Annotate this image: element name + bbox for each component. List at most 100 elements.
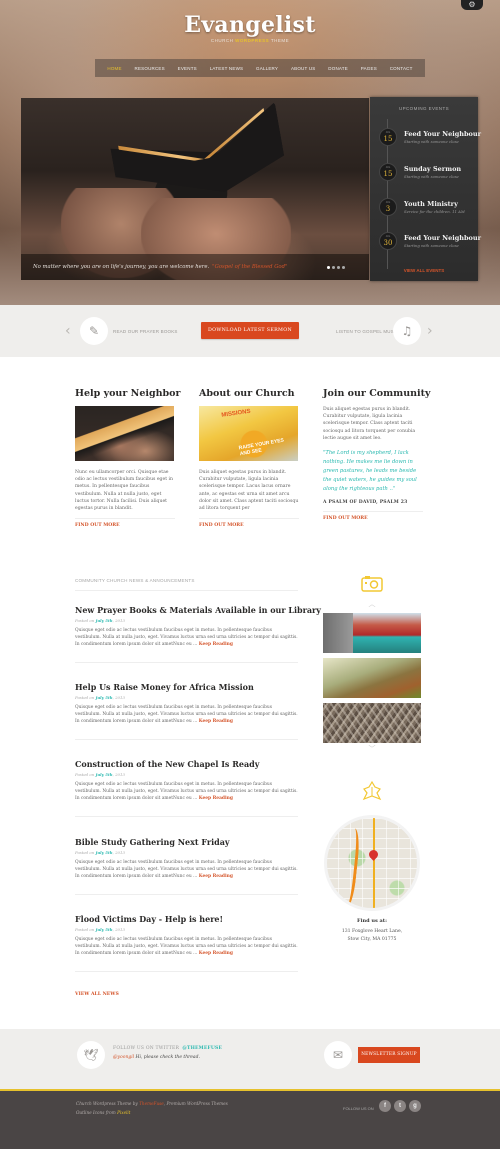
google-plus-icon[interactable]: g — [409, 1100, 421, 1112]
tweet-mention[interactable]: @yoongil — [113, 1055, 134, 1060]
nav-events[interactable]: EVENTS — [178, 66, 197, 71]
news-post: Help Us Raise Money for Africa Mission P… — [75, 682, 298, 740]
location-map[interactable] — [324, 815, 420, 911]
gallery-down-icon[interactable]: ﹀ — [363, 744, 381, 754]
post-title[interactable]: New Prayer Books & Materials Available i… — [75, 605, 321, 615]
divider — [75, 662, 298, 663]
quote-citation: A PSALM OF DAVID, PSALM 23 — [323, 500, 408, 506]
post-date[interactable]: July 5th — [96, 927, 113, 932]
twitter-bird-icon[interactable]: 🕊 — [77, 1041, 105, 1069]
gear-icon: ⚙ — [468, 0, 476, 9]
post-date[interactable]: July 5th — [96, 695, 113, 700]
nav-gallery[interactable]: GALLERY — [256, 66, 278, 71]
nav-donate[interactable]: DONATE — [328, 66, 348, 71]
find-out-more-link[interactable]: FIND OUT MORE — [75, 523, 175, 528]
post-date[interactable]: July 5th — [96, 850, 113, 855]
keep-reading-link[interactable]: Keep Reading — [199, 642, 233, 647]
gallery-image[interactable] — [323, 703, 421, 743]
nav-latest-news[interactable]: LATEST NEWS — [210, 66, 244, 71]
news-post: Bible Study Gathering Next Friday Posted… — [75, 837, 298, 895]
hero-slider[interactable]: No matter where you are on life's journe… — [21, 98, 369, 280]
latest-tweet: @yoongil Hi, please check the thread. — [113, 1055, 200, 1060]
event-title[interactable]: Sunday Sermon — [404, 165, 461, 173]
feature-about: About our Church MISSIONS RAISE YOUR EYE… — [199, 388, 299, 528]
nav-about-us[interactable]: ABOUT US — [291, 66, 316, 71]
feature-title: About our Church — [199, 388, 295, 399]
keep-reading-link[interactable]: Keep Reading — [199, 796, 233, 801]
post-title[interactable]: Flood Victims Day - Help is here! — [75, 914, 298, 924]
prayer-book-icon[interactable]: ✎ — [80, 317, 108, 345]
feature-join: Join our Community Duis aliquet egestas … — [323, 388, 431, 521]
news-post: Construction of the New Chapel Is Ready … — [75, 759, 298, 817]
divider — [75, 739, 298, 740]
post-date[interactable]: July 5th — [96, 772, 113, 777]
prayer-books-link[interactable]: READ OUR PRAYER BOOKS — [113, 329, 178, 334]
post-excerpt: Quisque eget odio ac lectus vestibulum f… — [75, 628, 298, 647]
download-sermon-button[interactable]: DOWNLOAD LATEST SERMON — [201, 322, 299, 339]
nav-home[interactable]: HOME — [107, 66, 121, 71]
find-us-title: Find us at: — [357, 918, 387, 924]
psalm-quote: "The Lord is my shepherd, I lack nothing… — [323, 450, 417, 493]
event-date-badge: JUL 15 — [379, 163, 397, 181]
music-player-icon[interactable]: ♫ — [393, 317, 421, 345]
news-post: Flood Victims Day - Help is here! Posted… — [75, 914, 298, 972]
keep-reading-link[interactable]: Keep Reading — [199, 719, 233, 724]
feature-title: Help your Neighbor — [75, 388, 181, 399]
nav-contact[interactable]: CONTACT — [390, 66, 413, 71]
post-title[interactable]: Bible Study Gathering Next Friday — [75, 837, 298, 847]
keep-reading-link[interactable]: Keep Reading — [199, 874, 233, 879]
gospel-music-link[interactable]: LISTEN TO GOSPEL MUSIC — [336, 329, 399, 334]
events-heading: UPCOMING EVENTS — [398, 106, 449, 111]
feature-image[interactable]: MISSIONS RAISE YOUR EYES AND SEE — [199, 406, 298, 461]
site-tagline: CHURCH WORDPRESS THEME — [210, 38, 290, 43]
twitter-icon[interactable]: t — [394, 1100, 406, 1112]
site-logo[interactable]: Evangelist — [0, 12, 500, 38]
facebook-icon[interactable]: f — [379, 1100, 391, 1112]
twitter-label: FOLLOW US ON TWITTER @THEMEFUSE — [113, 1046, 223, 1051]
slide-image-bible — [107, 102, 288, 210]
post-title[interactable]: Help Us Raise Money for Africa Mission — [75, 682, 298, 692]
view-all-news-link[interactable]: VIEW ALL NEWS — [75, 992, 119, 997]
event-title[interactable]: Feed Your Neighbour — [404, 130, 481, 138]
settings-toggle[interactable]: ⚙ — [461, 0, 483, 10]
event-title[interactable]: Youth Ministry — [404, 200, 458, 208]
themefuse-link[interactable]: ThemeFuse — [139, 1101, 164, 1106]
map-pin-icon[interactable] — [367, 848, 380, 861]
event-item[interactable]: JUL 15 Sunday Sermon Starting with someon… — [379, 163, 477, 187]
envelope-icon[interactable]: ✉ — [324, 1041, 352, 1069]
feature-help: Help your Neighbor Nunc eu ullamcorper o… — [75, 388, 181, 528]
event-item[interactable]: JUL 15 Feed Your Neighbour Starting with … — [379, 128, 481, 152]
slider-dot[interactable] — [332, 266, 335, 269]
post-meta: Posted on July 5th, 2013 — [75, 695, 125, 700]
gallery-up-icon[interactable]: ︿ — [363, 599, 381, 609]
find-out-more-link[interactable]: FIND OUT MORE — [323, 516, 423, 521]
post-date[interactable]: July 5th — [96, 618, 113, 623]
post-meta: Posted on July 5th, 2013 — [75, 618, 125, 623]
view-all-events-link[interactable]: VIEW ALL EVENTS — [370, 268, 478, 273]
upcoming-events-panel: UPCOMING EVENTS JUL 15 Feed Your Neighbou… — [370, 97, 481, 281]
feature-image[interactable] — [75, 406, 174, 461]
post-meta: Posted on July 5th, 2013 — [75, 850, 125, 855]
event-title[interactable]: Feed Your Neighbour — [404, 234, 481, 242]
nav-pages[interactable]: PAGES — [361, 66, 377, 71]
keep-reading-link[interactable]: Keep Reading — [199, 951, 233, 956]
next-arrow-icon[interactable]: › — [427, 324, 433, 338]
find-out-more-link[interactable]: FIND OUT MORE — [199, 523, 299, 528]
post-meta: Posted on July 5th, 2013 — [75, 772, 125, 777]
footer-credit: Church Wordpress Theme by ThemeFuse, Pre… — [76, 1101, 228, 1106]
event-item[interactable]: JUL 30 Feed Your Neighbour Starting with … — [379, 232, 481, 256]
slider-dot[interactable] — [337, 266, 340, 269]
gallery-image[interactable] — [323, 658, 421, 698]
post-title[interactable]: Construction of the New Chapel Is Ready — [75, 759, 298, 769]
event-item[interactable]: JUL 3 Youth Ministry Service for the chil… — [379, 198, 477, 222]
slider-dot[interactable] — [327, 266, 330, 269]
prev-arrow-icon[interactable]: ‹ — [65, 324, 71, 338]
gallery-image[interactable] — [323, 613, 421, 653]
divider — [323, 511, 423, 513]
nav-resources[interactable]: RESOURCES — [135, 66, 165, 71]
newsletter-signup-button[interactable]: NEWSLETTER SIGNUP — [358, 1047, 420, 1063]
twitter-handle-link[interactable]: @THEMEFUSE — [182, 1046, 222, 1051]
divider — [75, 590, 298, 591]
pixelit-link[interactable]: Pixelit — [117, 1110, 130, 1115]
slider-dot[interactable] — [342, 266, 345, 269]
